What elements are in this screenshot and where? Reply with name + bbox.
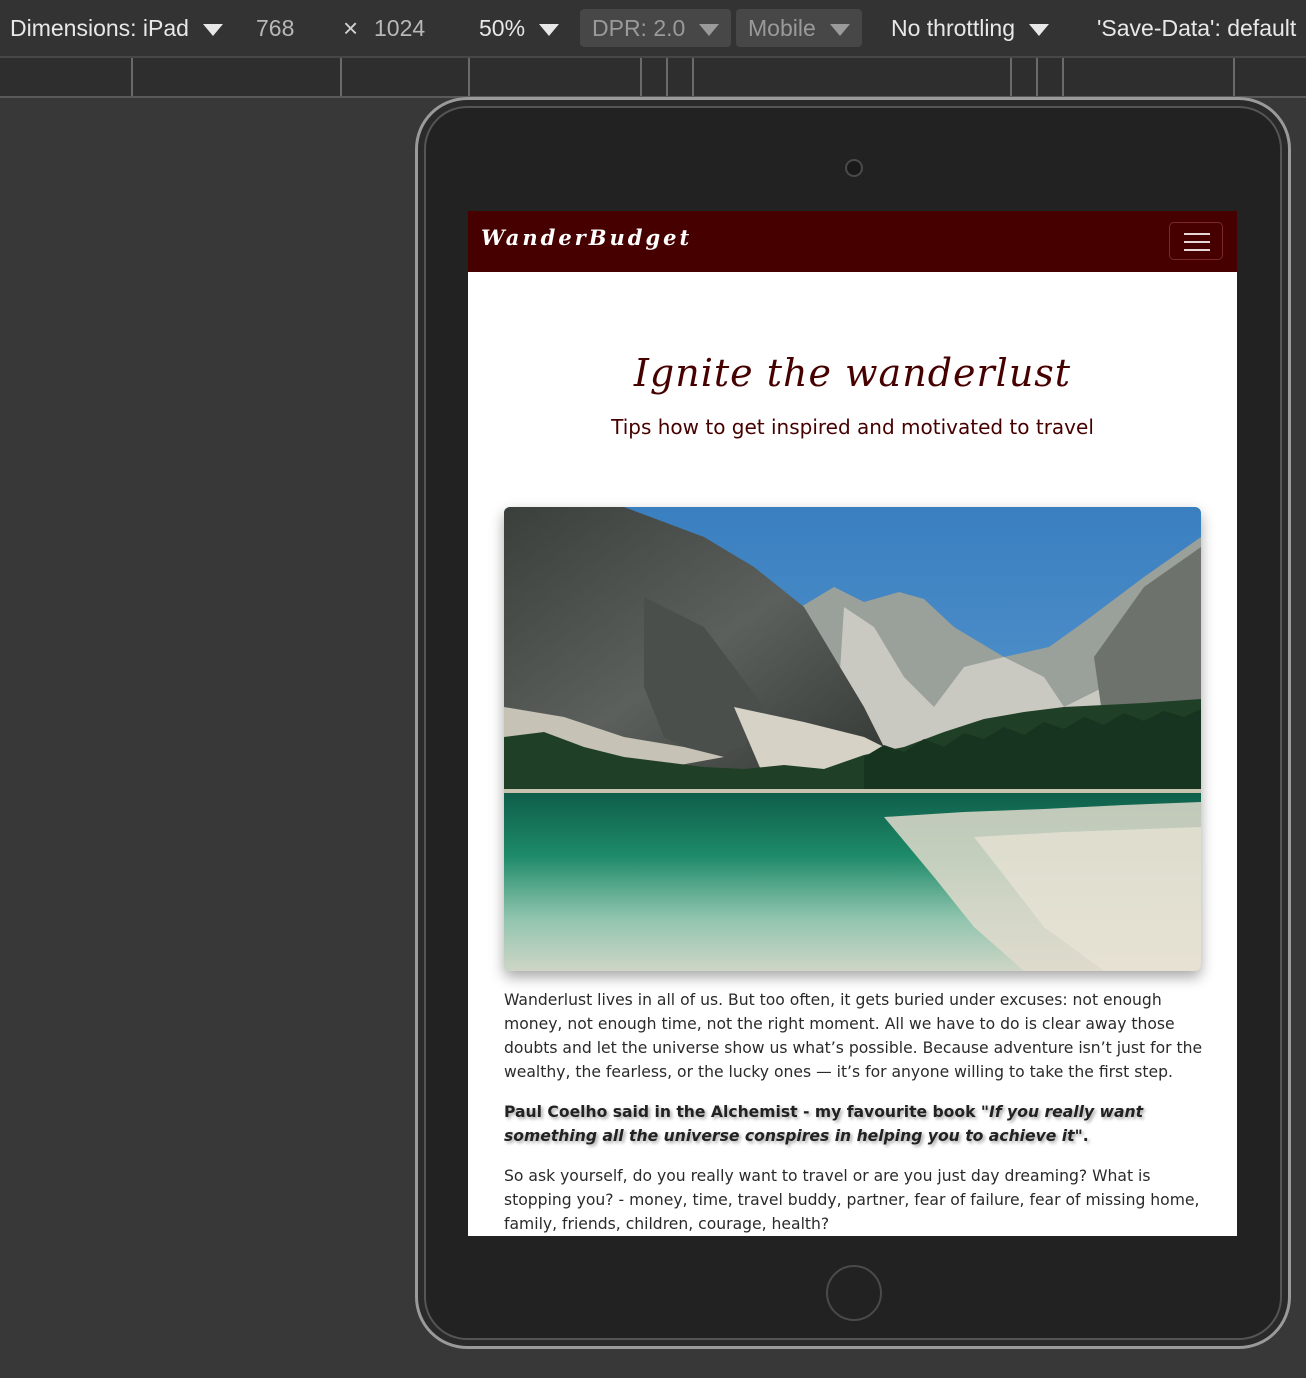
ruler-tick — [1036, 58, 1038, 96]
dimensions-label: Dimensions: iPad — [10, 14, 189, 41]
height-value: 1024 — [374, 14, 426, 41]
ruler-tick — [131, 58, 133, 96]
ruler-tick — [340, 58, 342, 96]
throttling-dropdown[interactable]: No throttling — [891, 0, 1050, 56]
height-input[interactable]: 1024 — [374, 0, 425, 56]
save-data-dropdown[interactable]: 'Save-Data': default — [1097, 0, 1296, 56]
camera-icon — [845, 159, 863, 177]
hamburger-icon — [1184, 241, 1210, 243]
hero-subtitle: Tips how to get inspired and motivated t… — [611, 415, 1094, 439]
chevron-down-icon — [202, 24, 223, 36]
chevron-down-icon — [1029, 24, 1050, 36]
navbar: WanderBudget — [468, 211, 1237, 272]
zoom-dropdown[interactable]: 50% — [479, 0, 560, 56]
ruler-tick — [666, 58, 668, 96]
chevron-down-icon — [699, 24, 720, 36]
width-value: 768 — [256, 14, 295, 41]
dimensions-dropdown[interactable]: Dimensions: iPad — [10, 0, 223, 56]
intro-paragraph: Wanderlust lives in all of us. But too o… — [504, 991, 1203, 1081]
media-query-ruler[interactable] — [0, 56, 1306, 98]
ruler-tick — [1010, 58, 1012, 96]
device-toolbar: Dimensions: iPad 768 × 1024 50% DPR: 2.0… — [0, 0, 1306, 56]
device-type-label: Mobile — [748, 14, 816, 41]
quote-end: . — [1082, 1127, 1089, 1145]
quote-intro: Paul Coelho said in the Alchemist - my f… — [504, 1103, 981, 1121]
ruler-tick — [692, 58, 694, 96]
home-button — [826, 1265, 882, 1321]
device-screen[interactable]: WanderBudget Ignite the wanderlust Tips … — [468, 211, 1237, 1236]
save-data-label: 'Save-Data': default — [1097, 14, 1297, 41]
hamburger-icon — [1184, 249, 1210, 251]
zoom-label: 50% — [479, 14, 526, 41]
menu-toggle-button[interactable] — [1169, 222, 1223, 260]
hero-title: Ignite the wanderlust — [633, 351, 1072, 395]
quote-paragraph: Paul Coelho said in the Alchemist - my f… — [504, 1100, 1204, 1148]
dpr-dropdown[interactable]: DPR: 2.0 — [580, 9, 732, 47]
hamburger-icon — [1184, 233, 1210, 235]
ruler-tick — [640, 58, 642, 96]
question-paragraph: So ask yourself, do you really want to t… — [504, 1167, 1200, 1233]
width-input[interactable]: 768 — [256, 0, 294, 56]
mountain-lake-image — [504, 507, 1201, 971]
chevron-down-icon — [539, 24, 560, 36]
chevron-down-icon — [829, 24, 850, 36]
device-type-dropdown[interactable]: Mobile — [736, 9, 862, 47]
times-label: × — [343, 12, 359, 43]
throttling-label: No throttling — [891, 14, 1016, 41]
ruler-tick — [1233, 58, 1235, 96]
times-icon: × — [343, 0, 358, 56]
ruler-tick — [1062, 58, 1064, 96]
dpr-label: DPR: 2.0 — [592, 14, 686, 41]
ruler-tick — [468, 58, 470, 96]
brand-logo[interactable]: WanderBudget — [481, 225, 692, 250]
